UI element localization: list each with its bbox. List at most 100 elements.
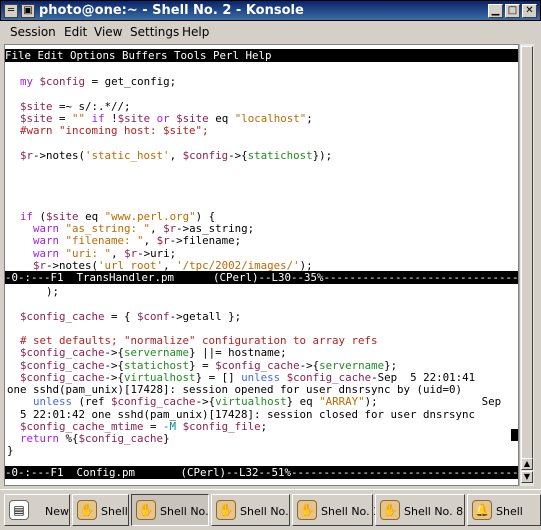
code-token: '/tpc/2002/images/' bbox=[176, 258, 300, 272]
lower-code-line: # set defaults; "normalize" configuratio… bbox=[7, 334, 378, 347]
menu-settings[interactable]: Settings bbox=[130, 25, 179, 39]
lower-code-line: } bbox=[7, 444, 14, 457]
code-token: $config_cache bbox=[20, 346, 105, 360]
code-token: $conf bbox=[137, 309, 170, 323]
code-token: = { bbox=[104, 309, 138, 323]
code-token: =~ s/:.*//; bbox=[52, 99, 131, 113]
menu-help[interactable]: Help bbox=[182, 25, 209, 39]
code-token: $site bbox=[176, 111, 209, 125]
session-tab[interactable]: ✋ Shell No. 6 bbox=[211, 494, 299, 526]
new-session-button[interactable]: ▤ New bbox=[4, 494, 70, 526]
vertical-scrollbar[interactable]: ▲ ▼ bbox=[519, 44, 534, 486]
code-token: $r bbox=[163, 222, 177, 235]
code-token: $config_cache_mtime bbox=[20, 419, 144, 433]
lower-code-line: $config_cache = { $conf->getall }; bbox=[7, 310, 241, 323]
code-token: unless bbox=[241, 370, 281, 384]
session-tab[interactable]: ✋ Shell No. 2 bbox=[131, 494, 219, 526]
code-token: %{ bbox=[59, 432, 79, 445]
upper-code-line: warn "uri: ", $r->uri; bbox=[7, 247, 176, 260]
lower-code-line: return %{$config_cache} bbox=[7, 432, 170, 445]
session-tab[interactable]: 🔔 Shell bbox=[467, 494, 541, 526]
menu-view[interactable]: View bbox=[94, 25, 122, 39]
code-token: ( bbox=[33, 209, 47, 223]
code-token: ); Sep bbox=[364, 395, 502, 409]
lower-code-line: $config_cache->{virtualhost} = [] unless… bbox=[7, 371, 475, 384]
code-token: $config_cache bbox=[78, 432, 164, 445]
terminal-area[interactable]: File Edit Options Buffers Tools Perl Hel… bbox=[4, 44, 519, 486]
shell-icon: ✋ bbox=[136, 500, 156, 520]
code-token: ->{ bbox=[195, 395, 216, 409]
bell-icon: 🔔 bbox=[472, 500, 492, 520]
code-token: or bbox=[156, 111, 170, 125]
code-token: warn bbox=[33, 246, 60, 260]
code-token: $r bbox=[156, 234, 170, 248]
minimize-button[interactable]: ▁ bbox=[488, 4, 503, 18]
code-token: } ||= hostname; bbox=[189, 346, 287, 360]
upper-code-line: warn "as_string: ", $r->as_string; bbox=[7, 222, 254, 235]
code-token: ); bbox=[299, 258, 313, 272]
code-token: ; bbox=[306, 111, 313, 125]
session-tab[interactable]: ✋ Shell No. 3 bbox=[292, 494, 380, 526]
code-token: ; bbox=[260, 419, 268, 433]
lower-code-line: 5 22:01:42 one sshd(pam_unix)[17428]: se… bbox=[7, 408, 475, 421]
scrollbar-thumb[interactable] bbox=[521, 46, 533, 469]
window-menu-icon[interactable]: ═ bbox=[4, 4, 18, 18]
code-token: }; bbox=[384, 358, 398, 372]
menu-session[interactable]: Session bbox=[10, 25, 56, 39]
code-token: ->{ bbox=[104, 358, 125, 372]
code-token: $config bbox=[39, 75, 86, 88]
close-button[interactable]: ✕ bbox=[522, 4, 537, 18]
lower-code-line: unless (ref $config_cache->{virtualhost}… bbox=[7, 395, 501, 408]
code-token: , bbox=[143, 234, 157, 248]
code-token: $site bbox=[20, 99, 53, 113]
session-tab-label: Shell No. 3 bbox=[321, 505, 381, 518]
code-token: = get_config; bbox=[85, 75, 177, 88]
code-token: "www.perl.org" bbox=[104, 209, 196, 223]
code-token: , bbox=[111, 246, 125, 260]
window-title: photo@one:~ - Shell No. 2 - Konsole bbox=[39, 3, 304, 18]
code-token: "filename: " bbox=[65, 234, 144, 248]
code-token: ! bbox=[104, 111, 118, 125]
code-token: $config_cache bbox=[20, 370, 105, 384]
code-token: "" bbox=[72, 111, 86, 125]
upper-code-line: $site = "" if !$site or $site eq "localh… bbox=[7, 112, 313, 125]
konsole-app-icon: ▣ bbox=[21, 4, 35, 18]
shell-icon: ✋ bbox=[380, 500, 400, 520]
code-token: 5 22:01:42 one sshd(pam_unix)[17428]: se… bbox=[7, 407, 476, 421]
scroll-down-arrow[interactable]: ▼ bbox=[521, 471, 533, 483]
code-token: my bbox=[20, 75, 34, 88]
lower-code-line: $config_cache_mtime = -M $config_file; bbox=[7, 420, 267, 433]
upper-code-line: $r->notes('static_host', $config->{stati… bbox=[7, 149, 332, 162]
code-token: virtualhost bbox=[215, 395, 287, 409]
menu-edit[interactable]: Edit bbox=[64, 25, 87, 39]
session-tab[interactable]: ✋ Shell bbox=[72, 494, 129, 526]
code-token: }); bbox=[312, 148, 333, 162]
session-tab[interactable]: ✋ Shell No. 8 bbox=[375, 494, 465, 526]
session-tab-label: Shell bbox=[101, 505, 128, 518]
code-token: } eq bbox=[286, 395, 320, 409]
code-token: "as_string: " bbox=[65, 222, 151, 235]
shell-icon: ✋ bbox=[216, 500, 236, 520]
code-token: if bbox=[91, 111, 105, 125]
code-token: $site bbox=[20, 111, 53, 125]
menu-bar: Session Edit View Settings Help bbox=[0, 21, 541, 43]
upper-code-line: my $config = get_config; bbox=[7, 75, 176, 88]
scroll-up-arrow[interactable]: ▲ bbox=[521, 458, 533, 470]
emacs-menu-bar[interactable]: File Edit Options Buffers Tools Perl Hel… bbox=[5, 49, 518, 62]
code-token: "localhost" bbox=[234, 111, 307, 125]
title-bar[interactable]: ═ ▣ photo@one:~ - Shell No. 2 - Konsole … bbox=[0, 0, 541, 21]
code-token: #warn "incoming host: $site"; bbox=[20, 124, 209, 137]
maximize-button[interactable]: □ bbox=[505, 4, 520, 18]
